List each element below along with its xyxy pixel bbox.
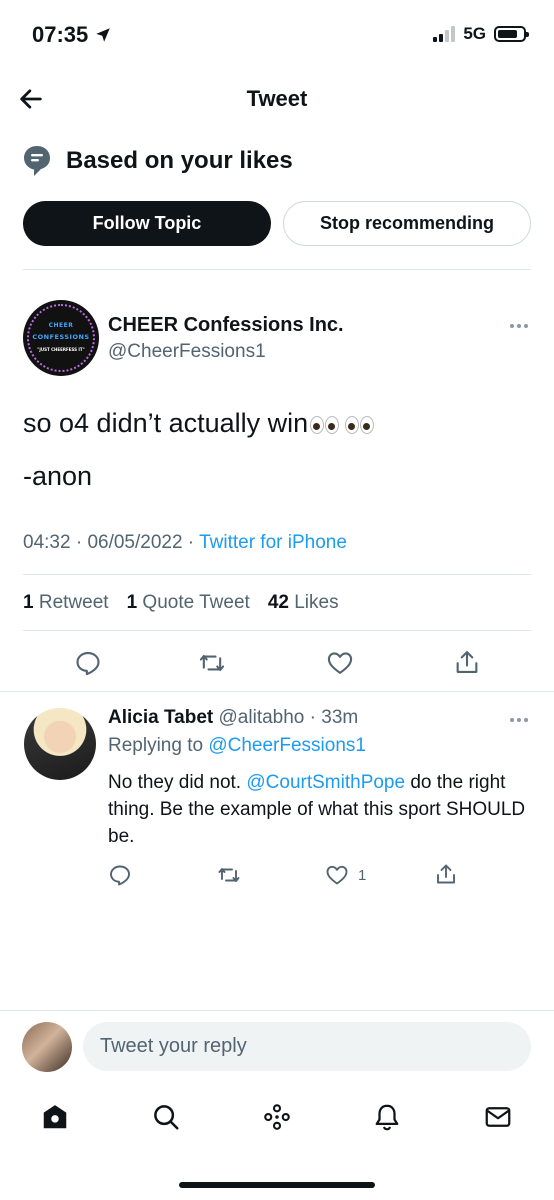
reply-more-options-icon[interactable] (510, 716, 530, 724)
eyes-emoji-icon (345, 415, 375, 434)
likes-stat[interactable]: 42 Likes (268, 592, 339, 614)
quote-tweets-stat[interactable]: 1 Quote Tweet (127, 592, 250, 614)
divider (0, 691, 554, 692)
my-avatar[interactable] (22, 1022, 72, 1072)
tab-home[interactable] (31, 1092, 79, 1142)
retweets-stat[interactable]: 1 Retweet (23, 592, 109, 614)
tweet-time: 04:32 (23, 532, 71, 553)
reply-author[interactable]: Alicia Tabet @alitabho · 33m (108, 707, 358, 729)
share-icon (437, 864, 455, 884)
reply-like-button[interactable]: 1 (324, 861, 384, 889)
divider (23, 269, 531, 270)
tweet-text-line1: so o4 didn’t actually win (23, 408, 375, 439)
reply-author-name: Alicia Tabet (108, 707, 214, 728)
like-button[interactable] (323, 647, 357, 679)
home-indicator (179, 1182, 375, 1188)
topic-bubble-icon (24, 146, 50, 176)
reply-time: 33m (321, 707, 359, 728)
mention-link[interactable]: @CourtSmithPope (246, 772, 405, 793)
topic-row: Based on your likes (22, 144, 293, 178)
share-icon (456, 651, 478, 673)
tab-spaces[interactable] (253, 1092, 301, 1142)
clock: 07:35 (32, 22, 89, 47)
nav-header: Tweet (0, 72, 554, 126)
eyes-emoji-icon (310, 415, 340, 434)
heart-icon (326, 865, 348, 885)
tab-search[interactable] (142, 1092, 190, 1142)
author-handle[interactable]: @CheerFessions1 (108, 341, 266, 363)
author-name[interactable]: CHEER Confessions Inc. (108, 314, 344, 337)
tab-bar (0, 1092, 554, 1142)
reply-author-handle: @alitabho (218, 707, 305, 728)
home-icon (43, 1105, 67, 1129)
reply-text: No they did not. @CourtSmithPope do the … (108, 772, 526, 847)
retweet-icon (218, 868, 240, 882)
mail-icon (485, 1107, 511, 1127)
share-button[interactable] (451, 645, 483, 679)
search-icon (154, 1105, 179, 1130)
replying-to: Replying to @CheerFessions1 (108, 735, 366, 756)
follow-topic-button[interactable]: Follow Topic (23, 201, 271, 246)
page-title: Tweet (246, 86, 308, 111)
bell-icon (375, 1104, 399, 1131)
reply-like-count: 1 (358, 866, 367, 884)
reply-author-avatar[interactable] (24, 708, 96, 780)
more-options-icon[interactable] (510, 322, 530, 330)
heart-icon (327, 652, 353, 674)
tweet-source-link[interactable]: Twitter for iPhone (199, 532, 347, 553)
tweet-date: 06/05/2022 (87, 532, 183, 553)
retweet-icon (199, 654, 225, 672)
author-avatar[interactable]: CHEER CONFESSIONS "JUST CHEERFESS IT" (23, 300, 99, 376)
status-bar: 07:35 5G (0, 0, 554, 70)
tab-messages[interactable] (474, 1092, 522, 1142)
reply-input[interactable]: Tweet your reply (83, 1022, 531, 1071)
spaces-icon (264, 1104, 290, 1130)
tweet-stats: 1 Retweet 1 Quote Tweet 42 Likes (23, 592, 339, 614)
retweet-button[interactable] (195, 647, 229, 679)
reply-icon (110, 865, 130, 886)
reply-reply-button[interactable] (106, 861, 134, 889)
status-time: 07:35 (32, 22, 112, 48)
tweet-meta: 04:32 · 06/05/2022 · Twitter for iPhone (23, 532, 347, 553)
signal-icon (433, 26, 456, 42)
location-arrow-icon (96, 28, 111, 42)
replying-to-link[interactable]: @CheerFessions1 (208, 735, 366, 756)
status-indicators: 5G (433, 24, 529, 44)
reply-button[interactable] (72, 647, 104, 679)
stop-recommending-button[interactable]: Stop recommending (283, 201, 531, 246)
divider (23, 574, 531, 575)
battery-icon (494, 26, 529, 42)
tweet-text-line2: -anon (23, 461, 93, 491)
tab-notifications[interactable] (363, 1092, 411, 1142)
reply-icon (76, 652, 100, 676)
reply-retweet-button[interactable] (214, 861, 244, 889)
compose-divider (0, 1010, 554, 1011)
divider (23, 630, 531, 631)
network-label: 5G (463, 24, 486, 43)
reply-share-button[interactable] (432, 859, 460, 889)
topic-label: Based on your likes (66, 147, 293, 174)
